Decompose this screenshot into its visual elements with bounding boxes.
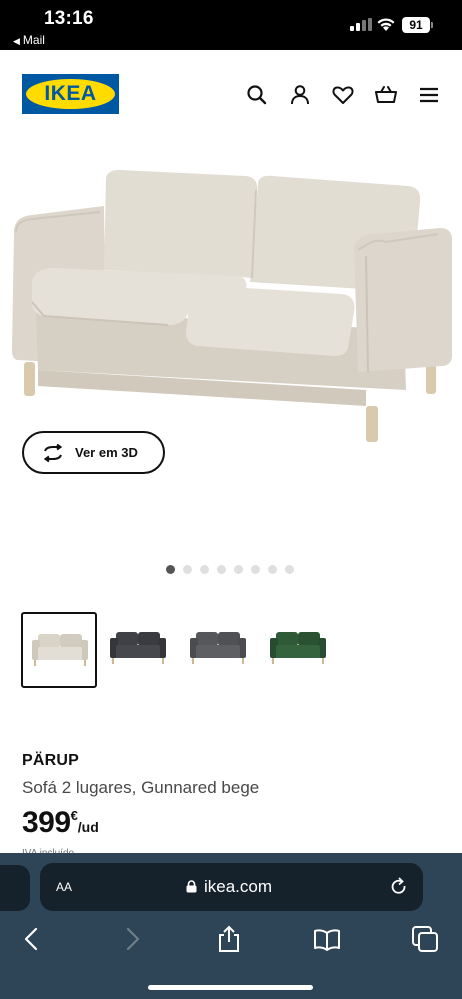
carousel-dot[interactable]: [166, 565, 175, 574]
color-option-beige[interactable]: [21, 612, 97, 688]
color-option-medium-grey[interactable]: [181, 612, 257, 688]
text-size-button[interactable]: AA: [56, 878, 72, 896]
thumb-sofa-image: [270, 632, 326, 664]
price-integer: 399: [22, 806, 71, 839]
carousel-dot[interactable]: [268, 565, 277, 574]
thumb-sofa-image: [190, 632, 246, 664]
logo-text: IKEA: [44, 82, 97, 105]
menu-icon[interactable]: [416, 82, 442, 108]
home-indicator: [148, 985, 313, 990]
bookmarks-icon[interactable]: [313, 925, 341, 953]
wifi-icon: [377, 18, 395, 31]
sofa-product-image[interactable]: [8, 160, 458, 450]
back-arrow-icon[interactable]: [18, 925, 46, 953]
price-unit: /ud: [77, 819, 99, 835]
carousel-dot[interactable]: [183, 565, 192, 574]
user-icon[interactable]: [287, 82, 313, 108]
browser-toolbar: AA ikea.com: [0, 853, 462, 999]
cellular-signal-icon: [350, 18, 372, 31]
product-name: PÄRUP: [22, 752, 80, 769]
battery-tip: [431, 22, 433, 28]
product-description: Sofá 2 lugares, Gunnared bege: [22, 778, 260, 797]
carousel-dot[interactable]: [251, 565, 260, 574]
thumb-sofa-image: [110, 632, 166, 664]
lock-icon: [186, 880, 197, 893]
previous-tab-peek[interactable]: [0, 865, 30, 911]
search-icon[interactable]: [244, 82, 270, 108]
ikea-logo[interactable]: IKEA: [22, 74, 119, 114]
price-currency: €: [70, 808, 78, 823]
product-price: 399€/ud: [22, 806, 99, 840]
back-triangle-icon: ◀: [13, 36, 20, 46]
carousel-dot[interactable]: [285, 565, 294, 574]
carousel-dot[interactable]: [234, 565, 243, 574]
color-option-green[interactable]: [261, 612, 337, 688]
share-icon[interactable]: [215, 925, 243, 953]
status-bar: 13:16 ◀ Mail 91: [0, 0, 462, 50]
rotate-3d-icon: [43, 444, 63, 462]
thumb-sofa-image: [32, 634, 88, 666]
forward-arrow-icon[interactable]: [118, 925, 146, 953]
heart-icon[interactable]: [330, 82, 356, 108]
reload-icon[interactable]: [389, 877, 409, 897]
view-in-3d-button[interactable]: Ver em 3D: [22, 431, 165, 474]
color-option-dark-grey[interactable]: [101, 612, 177, 688]
view-in-3d-label: Ver em 3D: [75, 445, 138, 460]
carousel-dot[interactable]: [200, 565, 209, 574]
tabs-icon[interactable]: [411, 925, 439, 953]
back-to-mail-link[interactable]: ◀ Mail: [13, 33, 45, 47]
battery-indicator: 91: [402, 17, 430, 33]
address-bar[interactable]: AA ikea.com: [40, 863, 423, 911]
url-text: ikea.com: [204, 877, 273, 896]
carousel-dot[interactable]: [217, 565, 226, 574]
text-size-label: AA: [56, 880, 73, 894]
back-app-label: Mail: [22, 33, 45, 47]
cart-icon[interactable]: [373, 82, 399, 108]
status-time: 13:16: [44, 8, 94, 29]
